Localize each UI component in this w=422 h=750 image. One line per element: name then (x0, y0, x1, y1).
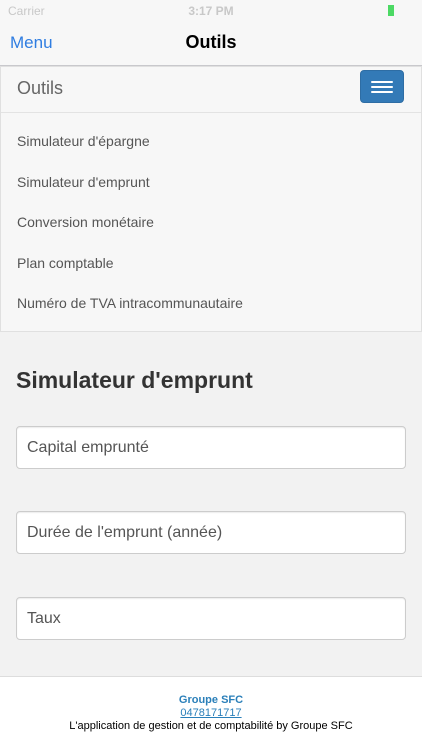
divider (1, 112, 421, 113)
footer-tagline: L'application de gestion et de comptabil… (69, 720, 353, 732)
taux-input[interactable] (16, 597, 406, 640)
footer: Groupe SFC 0478171717 L'application de g… (0, 676, 422, 750)
navbar-toggle-button[interactable] (360, 70, 404, 103)
nav-item-plan-comptable[interactable]: Plan comptable (1, 243, 421, 284)
clock: 3:17 PM (188, 4, 234, 18)
status-bar: Carrier 3:17 PM (0, 0, 422, 22)
hamburger-icon (371, 81, 393, 83)
form-title: Simulateur d'emprunt (16, 367, 253, 393)
nav-item-simulateur-epargne[interactable]: Simulateur d'épargne (1, 121, 421, 162)
footer-company: Groupe SFC (178, 694, 244, 706)
duree-input[interactable] (16, 511, 406, 554)
page-title: Outils (185, 32, 237, 52)
battery-icon (388, 5, 412, 16)
nav-item-numero-tva[interactable]: Numéro de TVA intracommunautaire (1, 283, 421, 324)
nav-item-simulateur-emprunt[interactable]: Simulateur d'emprunt (1, 162, 421, 203)
navigation-bar: Menu Outils (0, 22, 422, 66)
navbar-brand[interactable]: Outils (17, 78, 63, 99)
nav-item-conversion-monetaire[interactable]: Conversion monétaire (1, 202, 421, 243)
site-navbar: Outils Simulateur d'épargne Simulateur d… (0, 66, 422, 332)
nav-menu: Simulateur d'épargne Simulateur d'emprun… (1, 121, 421, 324)
capital-input[interactable] (16, 426, 406, 469)
footer-phone-link[interactable]: 0478171717 (0, 707, 422, 719)
